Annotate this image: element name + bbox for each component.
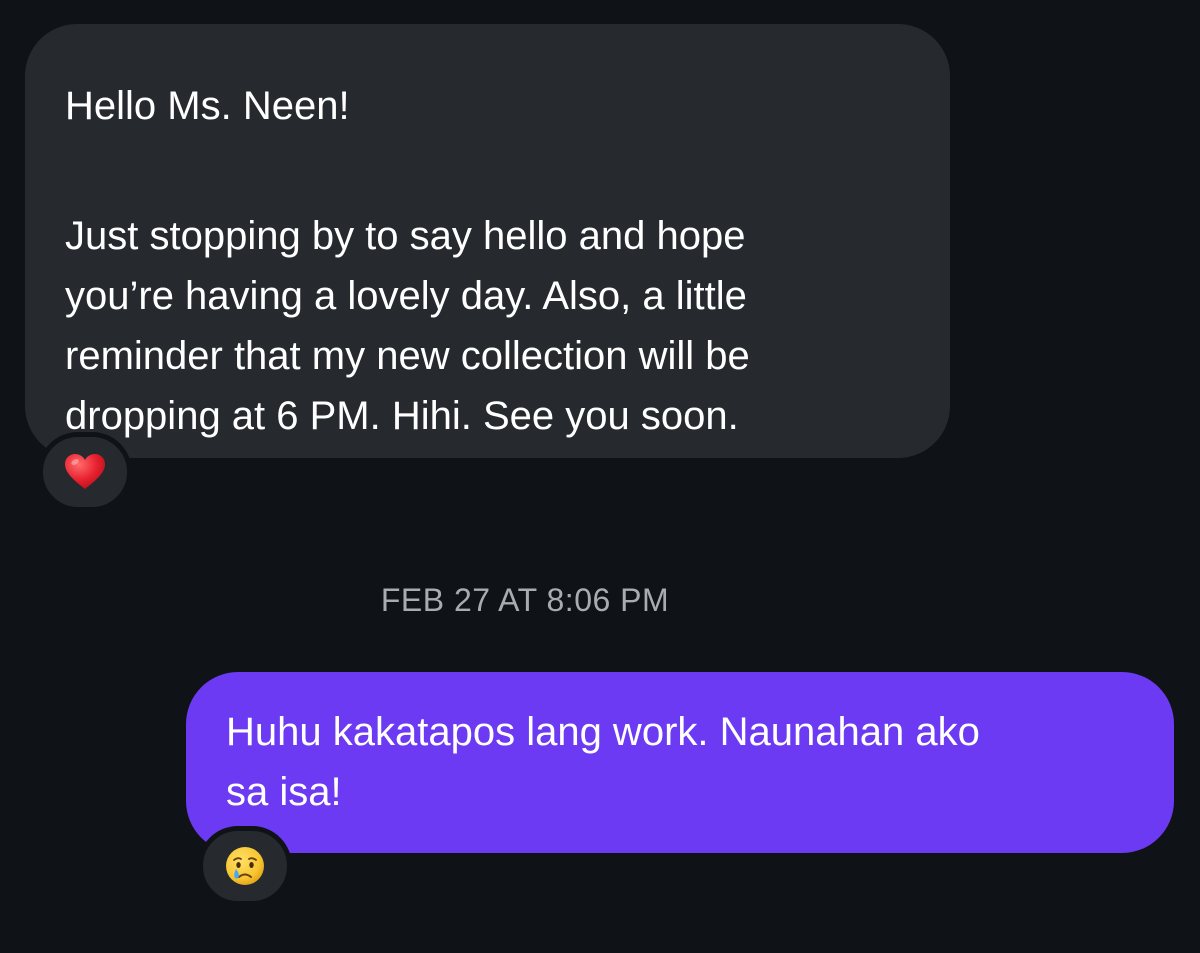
message-thread: Hello Ms. Neen! Just stopping by to say … xyxy=(0,0,1200,953)
heart-reaction[interactable] xyxy=(38,432,132,512)
heart-icon xyxy=(65,454,105,489)
incoming-message-greeting: Hello Ms. Neen! xyxy=(65,84,350,128)
crying-face-icon xyxy=(226,847,264,885)
incoming-message-line: you’re having a lovely day. Also, a litt… xyxy=(65,274,747,318)
crying-face-reaction[interactable] xyxy=(198,826,292,906)
incoming-message-bubble[interactable]: Hello Ms. Neen! Just stopping by to say … xyxy=(25,24,950,458)
incoming-message-line: dropping at 6 PM. Hihi. See you soon. xyxy=(65,394,739,438)
incoming-message-line: reminder that my new collection will be xyxy=(65,334,750,378)
outgoing-message-line: sa isa! xyxy=(226,770,342,814)
incoming-message-line: Just stopping by to say hello and hope xyxy=(65,214,746,258)
message-timestamp: FEB 27 AT 8:06 PM xyxy=(380,582,670,618)
outgoing-message-bubble[interactable]: Huhu kakatapos lang work. Naunahan ako s… xyxy=(186,672,1174,853)
outgoing-message-line: Huhu kakatapos lang work. Naunahan ako xyxy=(226,710,980,754)
